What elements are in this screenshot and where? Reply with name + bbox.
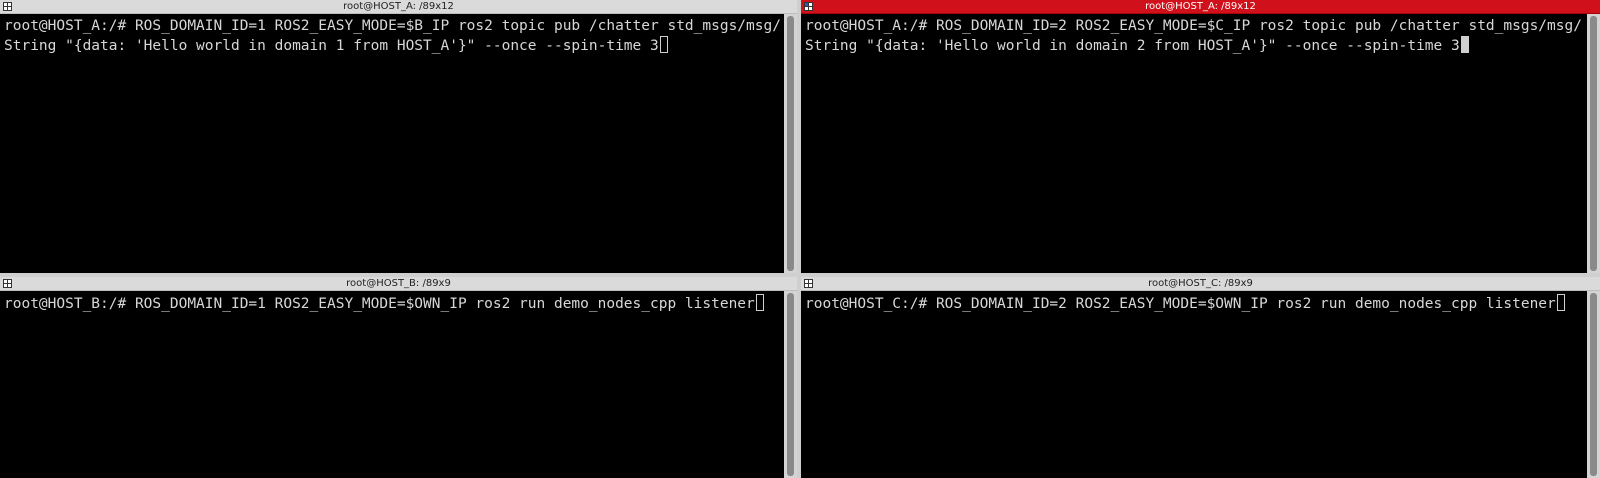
terminal-line: root@HOST_C:/# ROS_DOMAIN_ID=2 ROS2_EASY…	[805, 296, 1556, 312]
terminal-line: String "{data: 'Hello world in domain 1 …	[4, 38, 659, 54]
terminal-cursor	[1460, 36, 1469, 53]
terminal-output[interactable]: root@HOST_B:/# ROS_DOMAIN_ID=1 ROS2_EASY…	[0, 291, 784, 478]
terminal-line: root@HOST_A:/# ROS_DOMAIN_ID=1 ROS2_EASY…	[4, 18, 781, 34]
terminator-window: root@HOST_A: /89x12 root@HOST_A:/# ROS_D…	[0, 0, 1600, 478]
terminal-pane-top-left[interactable]: root@HOST_A: /89x12 root@HOST_A:/# ROS_D…	[0, 0, 797, 273]
pane-title: root@HOST_B: /89x9	[346, 278, 451, 289]
terminal-output[interactable]: root@HOST_C:/# ROS_DOMAIN_ID=2 ROS2_EASY…	[801, 291, 1587, 478]
terminal-line: root@HOST_A:/# ROS_DOMAIN_ID=2 ROS2_EASY…	[805, 18, 1582, 34]
terminal-cursor	[659, 36, 668, 53]
scrollbar-thumb[interactable]	[787, 293, 794, 476]
pane-title: root@HOST_A: /89x12	[1145, 1, 1256, 12]
terminal-cursor	[755, 294, 764, 311]
vertical-pane-splitter[interactable]	[797, 0, 801, 478]
pane-menu-icon[interactable]	[804, 2, 813, 11]
terminal-pane-bottom-right[interactable]: root@HOST_C: /89x9 root@HOST_C:/# ROS_DO…	[801, 277, 1600, 478]
terminal-output[interactable]: root@HOST_A:/# ROS_DOMAIN_ID=1 ROS2_EASY…	[0, 14, 784, 273]
terminal-pane-bottom-left[interactable]: root@HOST_B: /89x9 root@HOST_B:/# ROS_DO…	[0, 277, 797, 478]
scrollbar-thumb[interactable]	[1590, 293, 1597, 476]
scrollbar[interactable]	[784, 14, 797, 273]
scrollbar[interactable]	[1587, 14, 1600, 273]
terminal-line: root@HOST_B:/# ROS_DOMAIN_ID=1 ROS2_EASY…	[4, 296, 755, 312]
terminal-cursor	[1556, 294, 1565, 311]
pane-menu-icon[interactable]	[3, 279, 12, 288]
pane-menu-icon[interactable]	[3, 2, 12, 11]
pane-titlebar[interactable]: root@HOST_B: /89x9	[0, 277, 797, 291]
pane-title: root@HOST_C: /89x9	[1148, 278, 1253, 289]
horizontal-pane-splitter[interactable]	[0, 273, 1600, 277]
terminal-pane-top-right[interactable]: root@HOST_A: /89x12 root@HOST_A:/# ROS_D…	[801, 0, 1600, 273]
pane-menu-icon[interactable]	[804, 279, 813, 288]
terminal-output[interactable]: root@HOST_A:/# ROS_DOMAIN_ID=2 ROS2_EASY…	[801, 14, 1587, 273]
scrollbar-thumb[interactable]	[1590, 16, 1597, 271]
pane-titlebar[interactable]: root@HOST_A: /89x12	[0, 0, 797, 14]
terminal-line: String "{data: 'Hello world in domain 2 …	[805, 38, 1460, 54]
scrollbar-thumb[interactable]	[787, 16, 794, 271]
pane-titlebar[interactable]: root@HOST_C: /89x9	[801, 277, 1600, 291]
pane-title: root@HOST_A: /89x12	[343, 1, 454, 12]
scrollbar[interactable]	[1587, 291, 1600, 478]
pane-titlebar[interactable]: root@HOST_A: /89x12	[801, 0, 1600, 14]
scrollbar[interactable]	[784, 291, 797, 478]
